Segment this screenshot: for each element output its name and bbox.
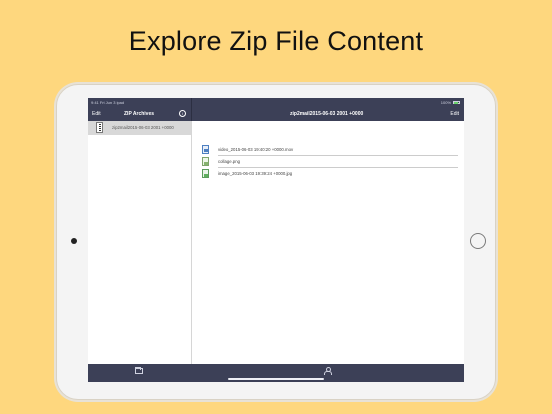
navigation-bar: Edit ZIP Archives i zip2mail2015-06-03 2… — [88, 98, 464, 121]
status-bar: 9:41 Fri Jun 3 ipad 100% — [88, 98, 464, 107]
headline: Explore Zip File Content — [128, 26, 424, 56]
zip-file-icon — [96, 122, 103, 133]
camera-dot — [71, 238, 77, 244]
tab-bar — [88, 364, 464, 382]
app-screen: 9:41 Fri Jun 3 ipad 100% Edit ZIP Archiv… — [88, 98, 464, 382]
split-divider — [191, 98, 192, 121]
row-divider — [218, 167, 458, 168]
file-name: image_2015-06-03 19:39:24 +0000.jpg — [218, 171, 293, 176]
mov-file-icon — [202, 145, 209, 154]
row-divider — [218, 155, 458, 156]
status-time: 9:41 Fri Jun 3 ipad — [91, 100, 125, 105]
file-row[interactable]: collage.png — [202, 157, 460, 169]
archive-sidebar: zip2mail2015-06-03 2001 +0000 — [88, 121, 192, 364]
file-row[interactable]: image_2015-06-03 19:39:24 +0000.jpg — [202, 169, 460, 181]
file-name: video_2015-06-03 19:40:20 +0000.mov — [218, 147, 294, 152]
battery-icon — [453, 101, 460, 105]
sidebar-title: ZIP Archives — [124, 111, 155, 117]
archive-content: video_2015-06-03 19:40:20 +0000.mov coll… — [192, 121, 464, 364]
sidebar-item-label: zip2mail2015-06-03 2001 +0000 — [112, 125, 174, 130]
folder-icon[interactable] — [135, 367, 143, 374]
sidebar-item-archive[interactable]: zip2mail2015-06-03 2001 +0000 — [88, 121, 191, 135]
home-indicator — [228, 378, 324, 380]
file-row[interactable]: video_2015-06-03 19:40:20 +0000.mov — [202, 145, 460, 157]
file-name: collage.png — [218, 159, 240, 164]
jpg-file-icon — [202, 169, 209, 178]
content-edit-button[interactable]: Edit — [450, 111, 459, 117]
battery-percent: 100% — [440, 100, 451, 105]
sidebar-edit-button[interactable]: Edit — [92, 111, 101, 117]
archive-title: zip2mail2015-06-03 2001 +0000 — [290, 111, 364, 117]
status-battery: 100% — [441, 100, 460, 105]
home-button[interactable] — [470, 233, 486, 249]
person-icon[interactable] — [324, 367, 332, 375]
png-file-icon — [202, 157, 209, 166]
info-icon[interactable]: i — [179, 110, 186, 117]
